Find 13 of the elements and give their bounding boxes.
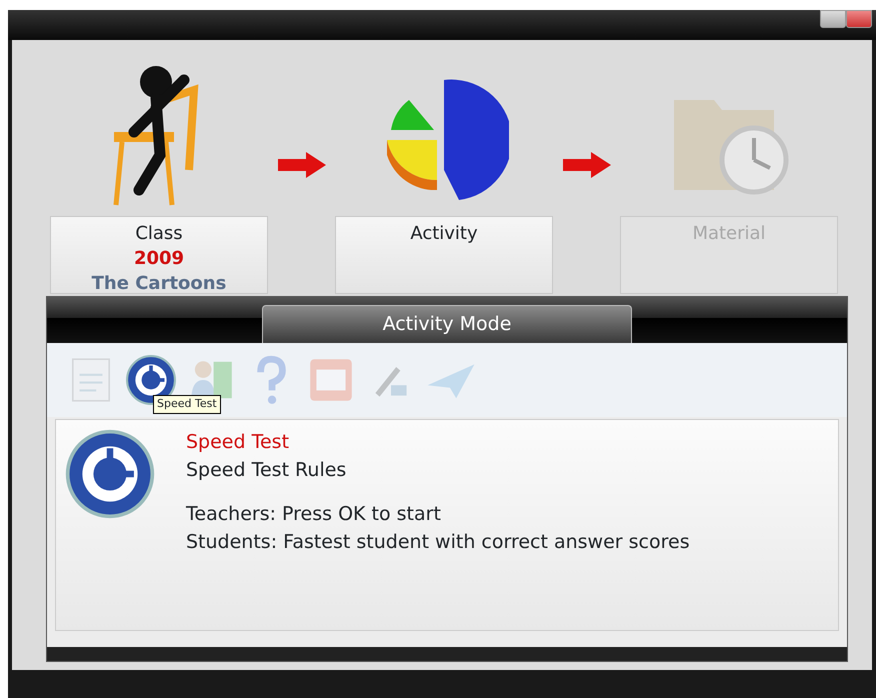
clock-icon — [64, 428, 156, 520]
arrow-icon — [278, 152, 326, 178]
close-button[interactable] — [846, 10, 872, 28]
activity-title: Speed Test — [186, 430, 290, 455]
rule-text: Students: Fastest student with correct answer scores — [186, 530, 690, 555]
step-button[interactable]: Class 2009 The Cartoons — [50, 216, 268, 294]
panel-title: Activity Mode — [262, 305, 632, 343]
arrow-icon — [562, 152, 610, 178]
step-button[interactable]: Activity — [335, 216, 553, 294]
tooltip: Speed Test — [153, 395, 221, 414]
minimize-button[interactable] — [820, 10, 846, 28]
rule-text: Teachers: Press OK to start — [186, 502, 442, 527]
rules-heading: Speed Test Rules — [186, 458, 348, 483]
